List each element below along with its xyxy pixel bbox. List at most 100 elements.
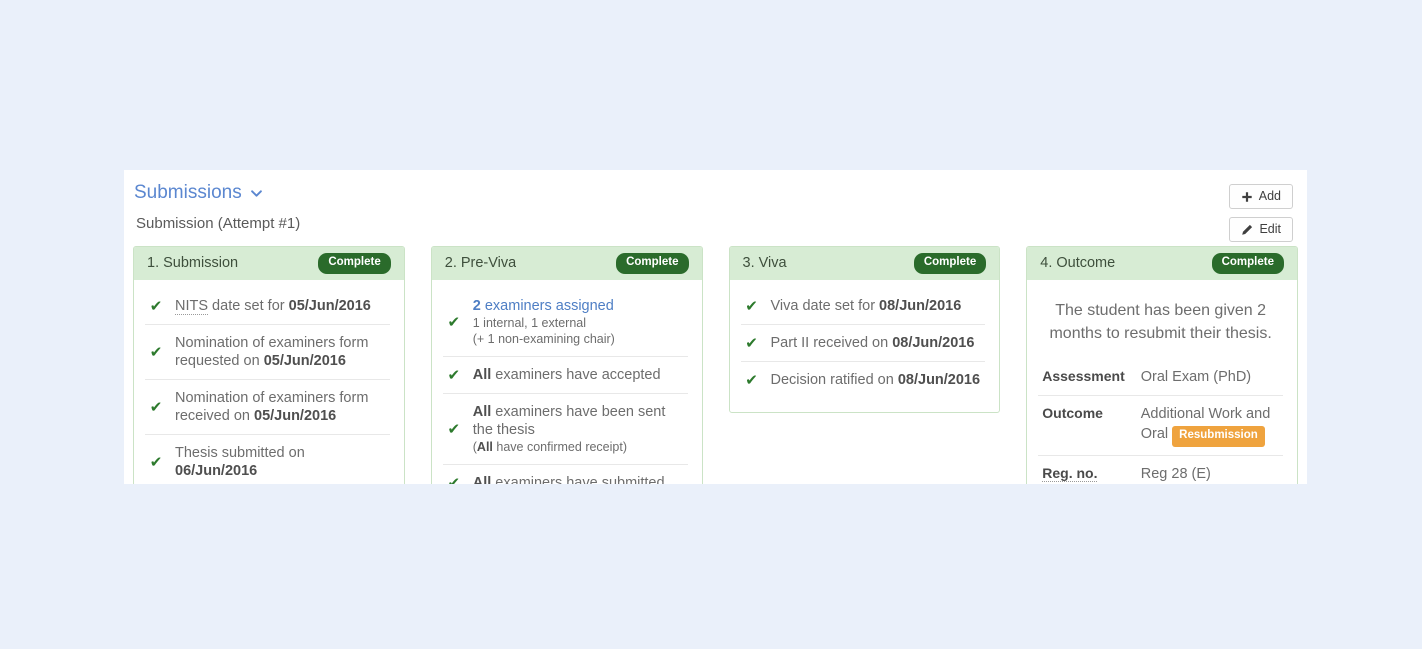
- add-button-label: Add: [1258, 189, 1281, 204]
- checklist-item-text: Viva date set for 08/Jun/2016: [771, 297, 962, 315]
- detail-key: Outcome: [1038, 395, 1137, 455]
- check-icon: ✔: [745, 297, 758, 315]
- outcome-summary-text: The student has been given 2 months to r…: [1049, 302, 1272, 342]
- checklist-item-text: Part II received on 08/Jun/2016: [771, 334, 975, 352]
- chevron-down-icon: [250, 188, 262, 199]
- stage-card: 3. Viva Complete ✔ Viva date set for 08/Jun…: [728, 246, 1001, 413]
- checklist: ✔ 2 examiners assigned 1 internal, 1 exter…: [442, 288, 688, 485]
- check-icon: ✔: [149, 343, 163, 361]
- card-body: The student has been given 2 months to r…: [1027, 280, 1297, 484]
- detail-key: Assessment: [1042, 368, 1125, 384]
- outcome-details-table: Assessment Oral Exam (PhD) Outcome Addition…: [1038, 359, 1283, 484]
- check-icon: ✔: [447, 420, 461, 438]
- text-fragment: examiners have been sent the thesis: [472, 404, 666, 438]
- emphasised-text: All: [472, 475, 492, 484]
- stage-card: 2. Pre-Viva Complete ✔ 2 examiners assigned…: [430, 246, 703, 485]
- text-fragment: 1 internal, 1 external: [472, 316, 587, 330]
- emphasised-text: 06/Jun/2016: [175, 463, 258, 479]
- checklist-item: ✔ Nomination of examiners form requested …: [145, 324, 390, 379]
- checklist-item-text: All examiners have submitted: [473, 474, 665, 484]
- edit-button[interactable]: Edit: [1229, 217, 1293, 242]
- checklist-item: ✔ All examiners have submitted: [442, 464, 688, 485]
- text-fragment: Reg 28 (E): [1140, 465, 1211, 482]
- checklist-item: ✔ NITS date set for 05/Jun/2016: [145, 288, 390, 324]
- text-fragment: Oral Exam (PhD): [1140, 369, 1252, 385]
- checklist-item-text: Decision ratified on 08/Jun/2016: [771, 371, 981, 389]
- text-fragment: (+ 1 non-examining chair): [472, 332, 615, 346]
- checklist-item-subtext: 1 internal, 1 external: [473, 315, 615, 331]
- card-body: ✔ Viva date set for 08/Jun/2016 ✔ Part II r…: [730, 280, 1000, 412]
- table-row: Outcome Additional Work and Oral Resubmis…: [1038, 395, 1283, 455]
- checklist-item: ✔ Viva date set for 08/Jun/2016: [741, 288, 986, 324]
- abbreviation: NITS: [175, 298, 209, 315]
- inline-link[interactable]: 2: [473, 298, 481, 314]
- text-fragment: examiners have accepted: [491, 367, 661, 383]
- checklist-item-subtext: (+ 1 non-examining chair): [473, 331, 615, 347]
- add-button[interactable]: Add: [1228, 184, 1293, 209]
- check-icon: ✔: [745, 334, 758, 352]
- checklist-item: ✔ Part II received on 08/Jun/2016: [740, 324, 986, 361]
- card-title: 1. Submission: [147, 255, 239, 271]
- table-row: Assessment Oral Exam (PhD): [1038, 359, 1283, 396]
- submissions-dropdown-toggle[interactable]: Submissions: [134, 182, 262, 204]
- check-icon: ✔: [447, 474, 461, 485]
- table-row: Reg. no. Reg 28 (E): [1038, 454, 1283, 484]
- plus-icon: [1241, 191, 1253, 203]
- checklist-item-text: Thesis submitted on 06/Jun/2016: [175, 444, 388, 480]
- status-badge: Complete: [616, 253, 689, 274]
- panel-header: Submissions Submission (Attempt #1) Add: [124, 170, 1307, 242]
- inline-link[interactable]: examiners assigned: [481, 298, 614, 314]
- checklist-item: ✔ Decision ratified on 08/Jun/2016: [740, 361, 986, 398]
- emphasised-text: All: [472, 404, 492, 420]
- detail-value: Reg 28 (E): [1136, 454, 1283, 484]
- check-icon: ✔: [149, 453, 163, 471]
- stage-card: 4. Outcome Complete The student has been g…: [1026, 246, 1298, 484]
- card-header: 4. Outcome Complete: [1027, 247, 1297, 280]
- emphasised-text: 05/Jun/2016: [288, 298, 371, 314]
- text-fragment: have confirmed receipt): [492, 440, 627, 454]
- checklist-item-text: Nomination of examiners form received on…: [175, 389, 388, 425]
- emphasised-text: All: [472, 367, 492, 383]
- text-fragment: Part II received on: [770, 335, 893, 351]
- checklist-item: ✔ All examiners have accepted: [442, 356, 688, 393]
- status-badge: Complete: [913, 253, 987, 274]
- pencil-icon: [1241, 224, 1253, 236]
- card-header: 3. Viva Complete: [729, 247, 1000, 280]
- edit-button-label: Edit: [1259, 222, 1281, 237]
- text-fragment: Viva date set for: [770, 298, 880, 314]
- status-badge: Complete: [1211, 253, 1284, 274]
- detail-value: Additional Work and Oral Resubmission: [1136, 395, 1283, 455]
- checklist-item: ✔ All examiners have been sent the thesis…: [442, 393, 688, 464]
- submissions-panel: Submissions Submission (Attempt #1) Add: [124, 170, 1307, 484]
- checklist-item-text: All examiners have been sent the thesis(…: [473, 403, 686, 455]
- attempt-subtitle: Submission (Attempt #1): [136, 215, 301, 232]
- check-icon: ✔: [149, 297, 163, 315]
- card-title: 2. Pre-Viva: [444, 255, 517, 271]
- card-body: ✔ NITS date set for 05/Jun/2016 ✔ Nominatio…: [134, 280, 404, 484]
- stage-card: 1. Submission Complete ✔ NITS date set for …: [133, 246, 405, 484]
- panel-actions: Add Edit: [1228, 184, 1293, 242]
- emphasised-text: 05/Jun/2016: [263, 353, 346, 369]
- text-fragment: date set for: [208, 298, 289, 314]
- check-icon: ✔: [447, 366, 461, 384]
- panel-title-label: Submissions: [134, 182, 242, 203]
- checklist-item: ✔ 2 examiners assigned 1 internal, 1 exter…: [443, 288, 688, 356]
- text-fragment: examiners have submitted: [491, 475, 665, 484]
- checklist-item-text: 2 examiners assigned 1 internal, 1 extern…: [473, 297, 615, 347]
- detail-value: Oral Exam (PhD): [1137, 359, 1283, 396]
- text-fragment: Thesis submitted on: [175, 445, 305, 461]
- checklist-item-text: NITS date set for 05/Jun/2016: [175, 297, 371, 315]
- check-icon: ✔: [745, 371, 758, 389]
- emphasised-text: 05/Jun/2016: [254, 408, 337, 424]
- checklist-item-text: All examiners have accepted: [473, 366, 661, 384]
- checklist-item-subtext: (All have confirmed receipt): [473, 439, 686, 455]
- abbreviation: Reg. no.: [1042, 464, 1098, 482]
- checklist-item-text: Nomination of examiners form requested o…: [175, 334, 388, 370]
- card-header: 1. Submission Complete: [134, 247, 404, 280]
- checklist-item: ✔ Nomination of examiners form received o…: [145, 379, 390, 434]
- checklist: ✔ NITS date set for 05/Jun/2016 ✔ Nominatio…: [145, 288, 390, 484]
- emphasised-text: 08/Jun/2016: [879, 298, 962, 314]
- check-icon: ✔: [149, 398, 163, 416]
- stage-cards-row: 1. Submission Complete ✔ NITS date set for …: [133, 246, 1298, 484]
- checklist-item: ✔ Thesis submitted on 06/Jun/2016: [145, 434, 390, 484]
